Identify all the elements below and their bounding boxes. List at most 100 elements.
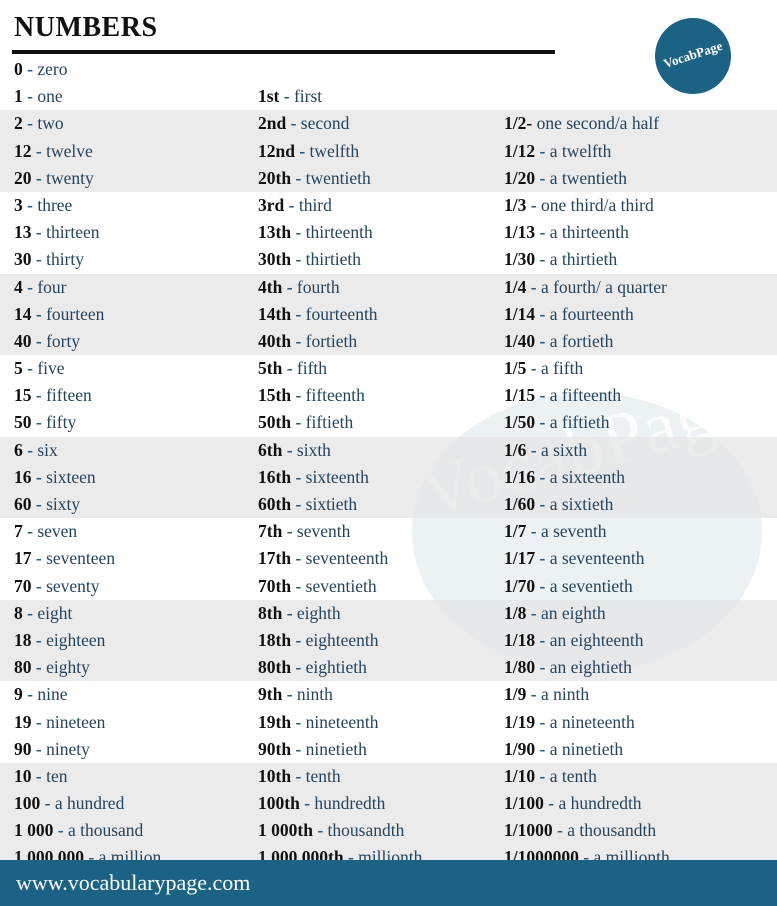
cell-number: 10th (258, 765, 292, 786)
cell-word: eighty (46, 657, 90, 678)
cell-separator: - (295, 303, 302, 324)
cell-separator: - (539, 303, 546, 324)
cell-ordinal: 60th - sixtieth (258, 491, 357, 518)
cell-word: sixty (46, 494, 81, 514)
cell-number: 1/19 (504, 711, 536, 732)
cell-number: 1/12 (504, 140, 536, 161)
cell-separator: - (295, 575, 302, 596)
cell-number: 100 (14, 793, 41, 814)
cell-number: 1/9 (504, 684, 527, 705)
table-row: 80 - eighty 80th - eightieth 1/80 - an eig… (0, 654, 777, 681)
cell-separator: - (290, 113, 297, 134)
cell-separator: - (295, 167, 302, 188)
cell-number: 1/4 (504, 276, 527, 297)
cell-fraction: 1/100 - a hundredth (504, 790, 642, 817)
cell-separator: - (317, 820, 324, 841)
cell-ordinal: 10th - tenth (258, 763, 341, 790)
cell-word: eightieth (305, 657, 367, 678)
cell-fraction: 1/40 - a fortieth (504, 328, 613, 355)
cell-cardinal: 13 - thirteen (14, 219, 100, 246)
cell-cardinal: 80 - eighty (14, 654, 90, 681)
table-band: 7 - seven 7th - seventh 1/7 - a seventh 17 … (0, 518, 777, 600)
cell-cardinal: 30 - thirty (14, 246, 84, 273)
cell-ordinal: 14th - fourteenth (258, 301, 378, 328)
cell-number: 17 (14, 548, 32, 569)
cell-number: 17th (258, 548, 292, 569)
cell-ordinal: 8th - eighth (258, 600, 341, 627)
cell-separator: - (35, 249, 42, 270)
cell-fraction: 1/4 - a fourth/ a quarter (504, 274, 667, 301)
table-row: 16 - sixteen 16th - sixteenth 1/16 - a six… (0, 464, 777, 491)
cell-number: 1/13 (504, 222, 536, 243)
cell-separator: - (27, 602, 33, 623)
cell-word: fifteen (46, 385, 92, 406)
cell-number: 80th (258, 657, 292, 678)
cell-number: 1 000th (258, 820, 313, 841)
cell-ordinal: 7th - seventh (258, 518, 350, 545)
cell-separator: - (288, 194, 295, 215)
cell-word: one (37, 86, 63, 107)
cell-separator: - (35, 466, 42, 487)
cell-number: 1st (258, 86, 280, 107)
cell-word: a sixteenth (549, 466, 626, 487)
cell-number: 1/15 (504, 385, 536, 406)
cell-separator: - (27, 59, 33, 79)
cell-fraction: 1/80 - an eightieth (504, 654, 632, 681)
cell-separator: - (35, 548, 42, 569)
cell-word: an eighth (540, 602, 606, 623)
cell-separator: - (35, 575, 42, 596)
cell-separator: - (539, 330, 546, 351)
cell-ordinal: 5th - fifth (258, 355, 327, 382)
cell-cardinal: 0 - zero (14, 56, 67, 83)
cell-word: a hundredth (558, 793, 642, 814)
cell-separator: - (35, 494, 42, 514)
cell-word: ten (46, 765, 68, 786)
cell-separator: - (35, 330, 42, 351)
cell-number: 100th (258, 793, 300, 814)
cell-separator: - (295, 330, 302, 351)
cell-word: sixteen (46, 466, 96, 487)
cell-word: a fortieth (549, 330, 614, 351)
cell-word: sixth (296, 439, 331, 460)
cell-number: 1/18 (504, 629, 536, 650)
cell-separator: - (539, 385, 546, 406)
cell-number: 1/40 (504, 330, 536, 351)
cell-separator: - (539, 167, 546, 188)
cell-word: ninetieth (305, 738, 367, 759)
cell-number: 50 (14, 412, 32, 433)
cell-separator: - (530, 684, 537, 705)
cell-separator: - (35, 765, 42, 786)
cell-ordinal: 70th - seventieth (258, 573, 377, 600)
cell-number: 8 (14, 602, 23, 623)
cell-word: zero (37, 59, 68, 79)
cell-word: a thirteenth (549, 222, 629, 243)
table-row: 2 - two 2nd - second 1/2- one second/a hal… (0, 110, 777, 137)
cell-word: hundredth (314, 793, 386, 814)
cell-ordinal: 6th - sixth (258, 437, 331, 464)
cell-number: 30 (14, 249, 32, 270)
cell-separator: - (35, 385, 42, 406)
cell-separator: - (539, 140, 546, 161)
table-row: 15 - fifteen 15th - fifteenth 1/15 - a fif… (0, 382, 777, 409)
cell-number: 1/1000 (504, 820, 553, 841)
cell-cardinal: 50 - fifty (14, 409, 76, 436)
cell-number: 1/10 (504, 765, 536, 786)
cell-number: 7th (258, 521, 283, 542)
table-row: 3 - three 3rd - third 1/3 - one third/a th… (0, 192, 777, 219)
cell-fraction: 1/30 - a thirtieth (504, 246, 617, 273)
cell-fraction: 1/1000 - a thousandth (504, 817, 656, 844)
cell-cardinal: 1 - one (14, 83, 63, 110)
table-row: 6 - six 6th - sixth 1/6 - a sixth (0, 437, 777, 464)
cell-ordinal: 1 000th - thousandth (258, 817, 404, 844)
cell-number: 8th (258, 602, 283, 623)
cell-number: 90th (258, 738, 292, 759)
cell-word: fifty (46, 412, 77, 433)
table-band: 3 - three 3rd - third 1/3 - one third/a th… (0, 192, 777, 274)
cell-separator: - (530, 521, 537, 542)
cell-number: 60 (14, 494, 32, 514)
cell-separator: - (295, 629, 302, 650)
cell-word: eighteen (46, 629, 106, 650)
cell-separator: - (295, 548, 302, 569)
cell-word: a ninth (540, 684, 590, 705)
cell-word: second (300, 113, 350, 134)
